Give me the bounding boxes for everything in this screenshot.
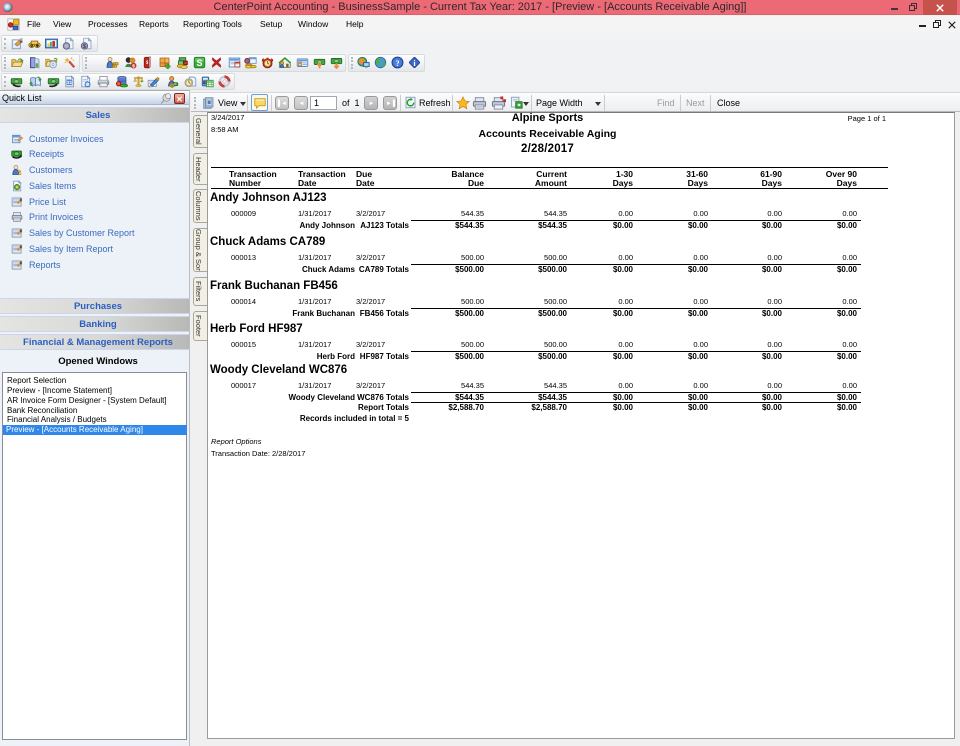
- svg-text:$: $: [18, 171, 21, 176]
- svg-text:31: 31: [66, 79, 72, 85]
- svg-text:$: $: [171, 84, 173, 88]
- svg-text:?: ?: [395, 59, 399, 68]
- svg-text:S: S: [196, 58, 202, 68]
